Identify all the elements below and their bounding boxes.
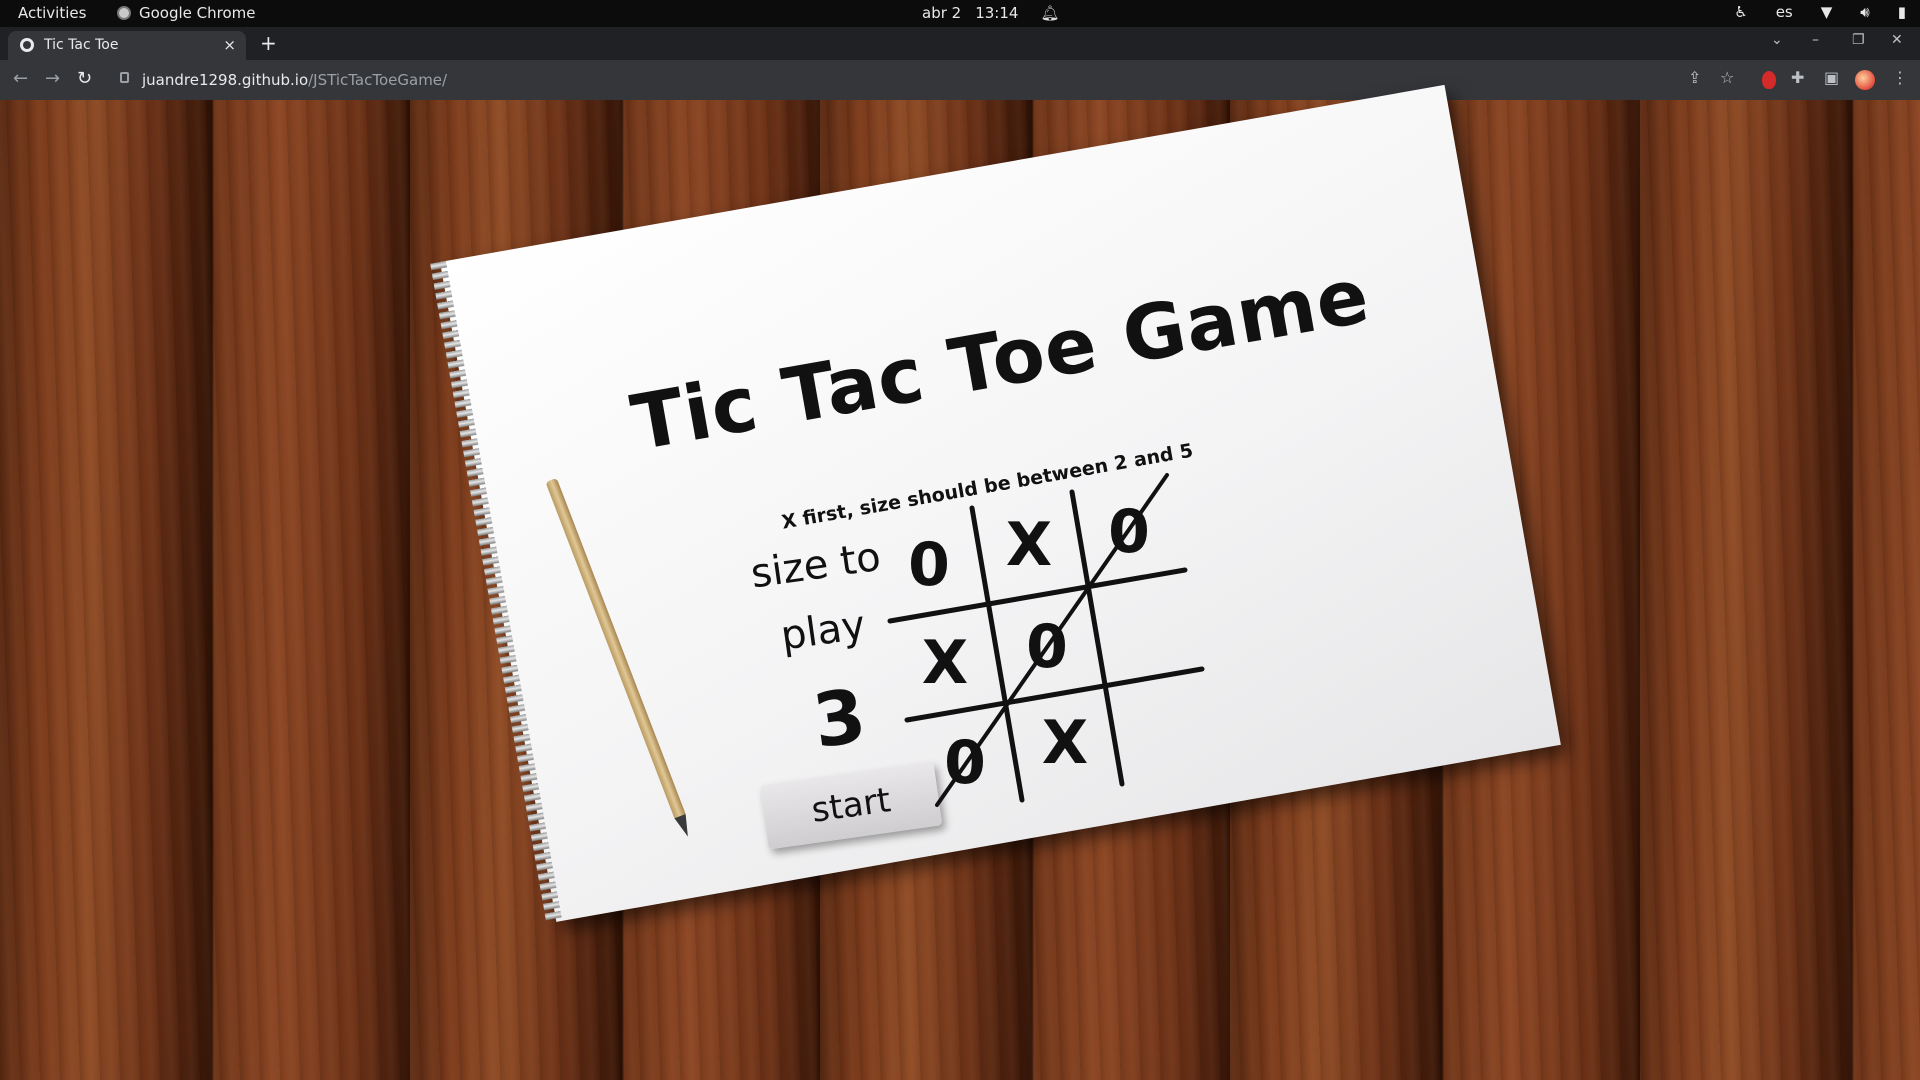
side-panel-icon[interactable]: ▣: [1824, 68, 1839, 87]
board-cell-2-0[interactable]: 0: [930, 728, 1000, 798]
board-size-input[interactable]: [808, 670, 890, 766]
board-cell-0-1[interactable]: X: [994, 510, 1064, 580]
app-name: Google Chrome: [139, 4, 256, 22]
board-cell-1-1[interactable]: 0: [1012, 612, 1082, 682]
language-indicator[interactable]: es: [1776, 3, 1793, 21]
clock[interactable]: abr 2 13:14 🔔︎: [922, 4, 1059, 22]
share-icon[interactable]: ⇪: [1688, 68, 1701, 87]
board-cell-1-0[interactable]: X: [910, 628, 980, 698]
forward-arrow-icon[interactable]: →: [45, 68, 60, 89]
back-arrow-icon[interactable]: ←: [13, 68, 28, 89]
browser-toolbar: ← → ↻ juandre1298.github.io/JSTicTacToeG…: [0, 60, 1920, 100]
system-tray[interactable]: ♿︎ es ▼ 🔊︎ ▮: [1734, 3, 1906, 21]
chrome-icon: [117, 6, 131, 20]
tab-tic-tac-toe[interactable]: Tic Tac Toe ×: [8, 31, 246, 60]
extensions-puzzle-icon[interactable]: ✚: [1791, 68, 1804, 87]
minimize-icon[interactable]: –: [1812, 32, 1819, 48]
notification-bell-icon: 🔔︎: [1040, 4, 1060, 22]
app-menu[interactable]: Google Chrome: [117, 4, 256, 22]
activities-button[interactable]: Activities: [18, 4, 86, 22]
profile-avatar[interactable]: [1855, 70, 1875, 90]
accessibility-icon[interactable]: ♿︎: [1734, 3, 1747, 21]
date-text: abr 2: [922, 4, 962, 22]
board-cell-0-2[interactable]: 0: [1094, 497, 1164, 567]
system-top-bar: Activities Google Chrome abr 2 13:14 🔔︎ …: [0, 0, 1920, 27]
close-window-icon[interactable]: ✕: [1891, 32, 1903, 48]
extension-red-icon[interactable]: [1762, 71, 1776, 89]
url-text[interactable]: juandre1298.github.io/JSTicTacToeGame/: [142, 71, 447, 89]
reload-icon[interactable]: ↻: [77, 68, 92, 89]
lock-icon[interactable]: [120, 72, 129, 83]
wifi-icon[interactable]: ▼: [1821, 3, 1833, 21]
new-tab-button[interactable]: +: [260, 33, 277, 53]
url-path: /JSTicTacToeGame/: [308, 71, 448, 89]
menu-kebab-icon[interactable]: ⋮: [1892, 68, 1908, 87]
bookmark-star-icon[interactable]: ☆: [1720, 68, 1734, 87]
url-host: juandre1298.github.io: [142, 71, 309, 89]
tab-strip: Tic Tac Toe × + ⌄ – ❐ ✕: [0, 27, 1920, 60]
board-cell-0-0[interactable]: 0: [894, 530, 964, 600]
tab-close-icon[interactable]: ×: [223, 36, 236, 54]
time-text: 13:14: [975, 4, 1019, 22]
board-cell-2-1[interactable]: X: [1030, 708, 1100, 778]
globe-favicon-icon: [20, 38, 34, 52]
volume-icon[interactable]: 🔊︎: [1860, 3, 1869, 21]
tab-search-chevron-icon[interactable]: ⌄: [1771, 32, 1783, 48]
restore-icon[interactable]: ❐: [1852, 32, 1865, 48]
tab-title: Tic Tac Toe: [44, 37, 119, 53]
battery-icon[interactable]: ▮: [1898, 3, 1906, 21]
